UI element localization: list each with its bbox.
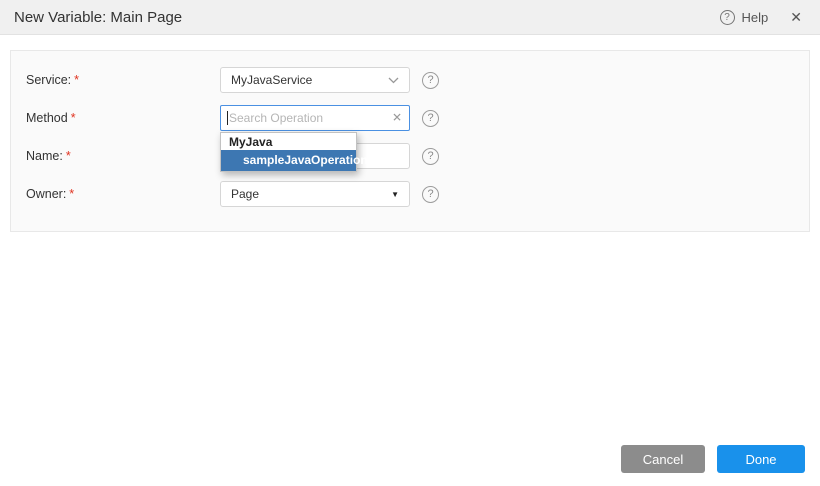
close-icon[interactable]: ✕	[790, 9, 802, 26]
required-asterisk: *	[66, 149, 71, 163]
text-caret	[227, 111, 228, 125]
dialog-titlebar: New Variable: Main Page ? Help ✕	[0, 0, 820, 35]
help-link[interactable]: Help	[742, 10, 769, 25]
help-icon[interactable]: ?	[720, 10, 735, 25]
owner-select[interactable]: Page ▼	[220, 181, 410, 207]
name-help-icon[interactable]: ?	[422, 148, 439, 165]
owner-select-value: Page	[231, 187, 259, 201]
owner-label: Owner:*	[26, 187, 220, 201]
suggestion-group-label: MyJava	[221, 133, 356, 150]
service-dropdown[interactable]: MyJavaService	[220, 67, 410, 93]
method-label: Method*	[26, 111, 220, 125]
service-help-icon[interactable]: ?	[422, 72, 439, 89]
dialog-footer: Cancel Done	[621, 445, 805, 473]
new-variable-form-panel: Service:* MyJavaService ? Method* ✕ MyJa…	[10, 50, 810, 232]
method-row: Method* ✕ MyJava sampleJavaOperation ?	[26, 105, 809, 131]
service-label: Service:*	[26, 73, 220, 87]
method-help-icon[interactable]: ?	[422, 110, 439, 127]
clear-icon[interactable]: ✕	[392, 111, 402, 125]
required-asterisk: *	[69, 187, 74, 201]
name-row: Name:* ?	[26, 143, 809, 169]
select-arrow-icon: ▼	[391, 190, 399, 199]
owner-row: Owner:* Page ▼ ?	[26, 181, 809, 207]
required-asterisk: *	[71, 111, 76, 125]
name-label: Name:*	[26, 149, 220, 163]
owner-help-icon[interactable]: ?	[422, 186, 439, 203]
service-row: Service:* MyJavaService ?	[26, 67, 809, 93]
page-title: New Variable: Main Page	[14, 9, 182, 26]
method-suggestion-list: MyJava sampleJavaOperation	[220, 132, 357, 172]
suggestion-item[interactable]: sampleJavaOperation	[221, 150, 356, 171]
cancel-button[interactable]: Cancel	[621, 445, 705, 473]
done-button[interactable]: Done	[717, 445, 805, 473]
chevron-down-icon	[388, 73, 399, 87]
method-search-input[interactable]	[220, 105, 410, 131]
service-dropdown-value: MyJavaService	[231, 73, 312, 87]
titlebar-actions: ? Help ✕	[720, 9, 802, 26]
required-asterisk: *	[74, 73, 79, 87]
